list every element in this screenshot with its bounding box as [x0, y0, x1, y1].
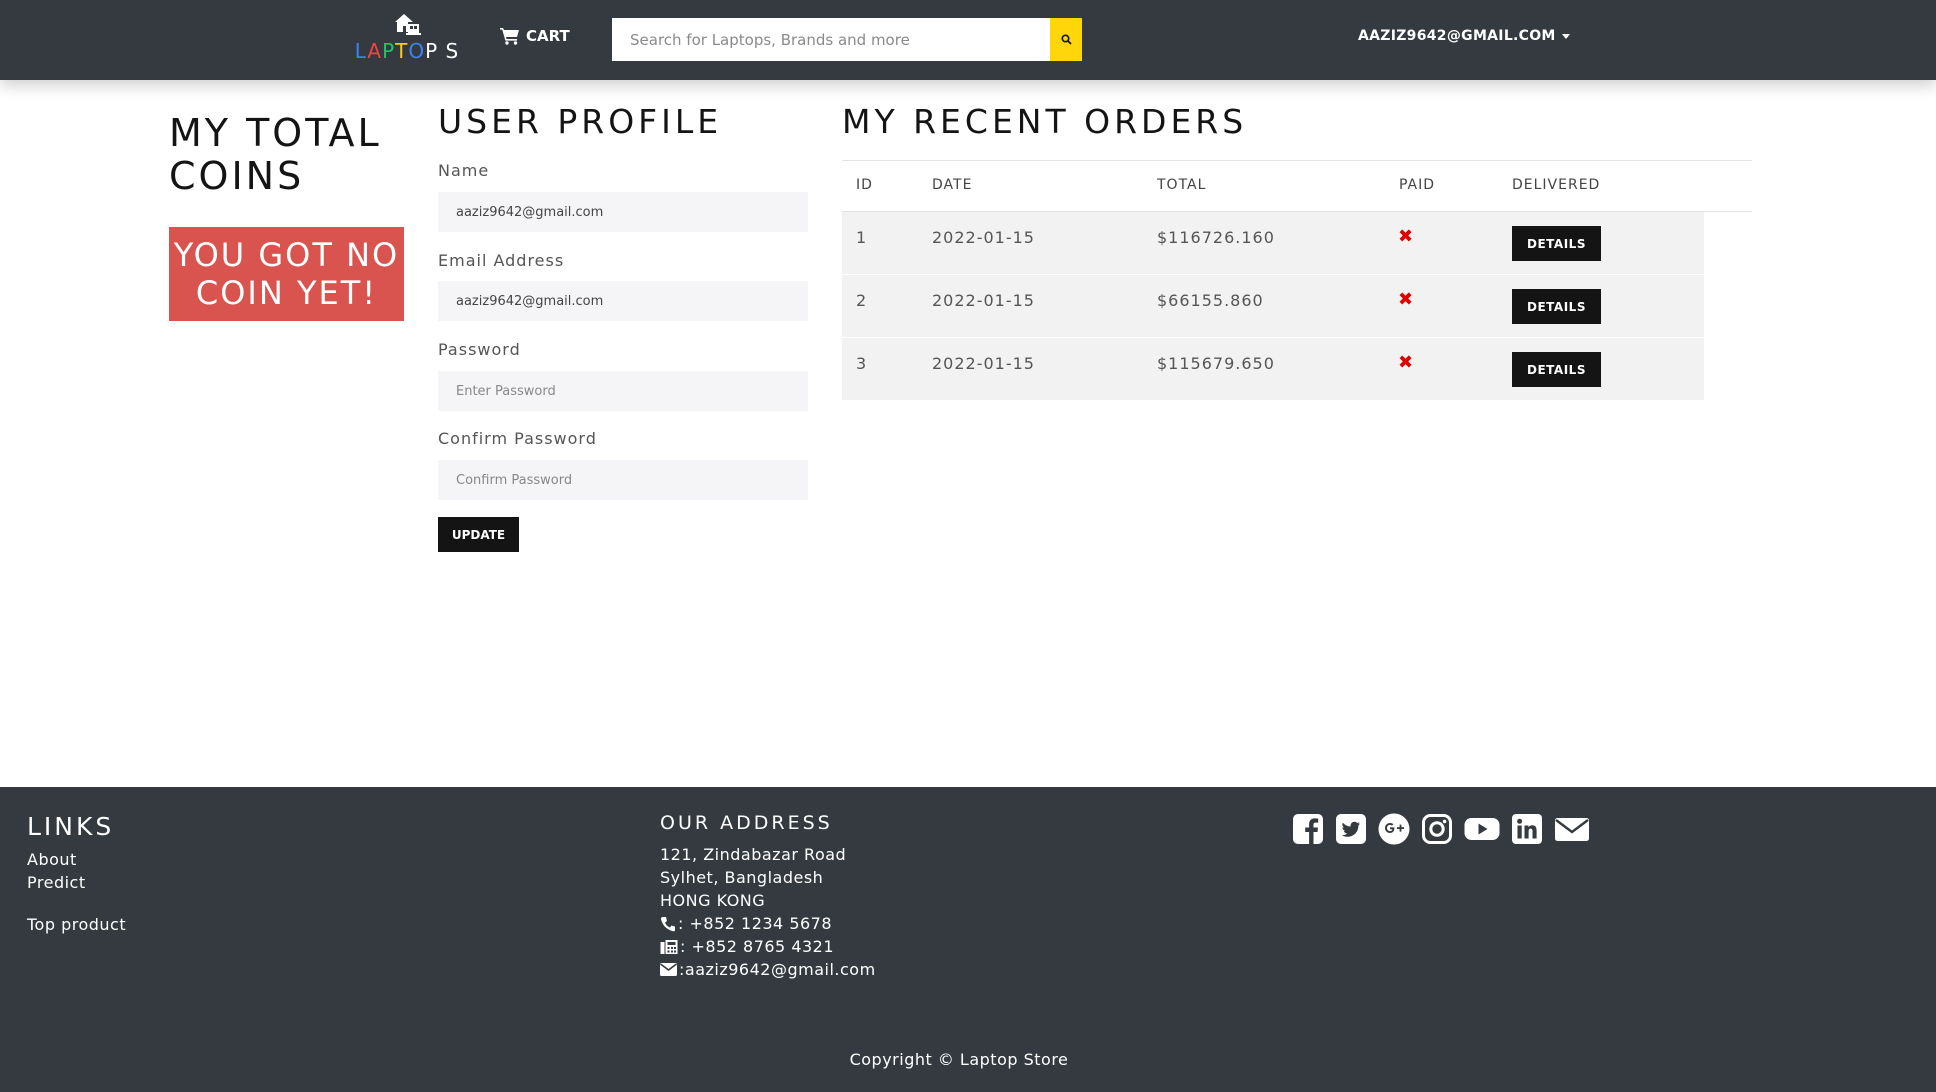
order-date: 2022-01-15 [932, 291, 1035, 310]
cart-label: Cart [526, 27, 570, 45]
home-icon [395, 14, 421, 35]
order-total: $66155.860 [1157, 291, 1264, 310]
order-id: 2 [856, 291, 868, 310]
envelope-icon[interactable] [1554, 813, 1590, 845]
order-date: 2022-01-15 [932, 354, 1035, 373]
facebook-icon[interactable] [1292, 813, 1324, 845]
coins-title: My Total Coins [169, 111, 382, 198]
logo-letter: T [395, 39, 409, 63]
logo-letter: A [367, 39, 383, 63]
search-icon [1060, 34, 1072, 45]
password-label: Password [438, 340, 521, 359]
footer-phone: : +852 1234 5678 [660, 914, 832, 933]
footer-links-title: Links [27, 812, 115, 841]
header-paid: Paid [1399, 177, 1436, 193]
footer-email: :aaziz9642@gmail.com [660, 960, 876, 979]
order-id: 3 [856, 354, 868, 373]
footer-address-title: Our Address [660, 812, 833, 834]
order-date: 2022-01-15 [932, 228, 1035, 247]
email-field[interactable] [438, 281, 808, 321]
brand-name: LAPTOP S [352, 40, 462, 62]
table-row: 3 2022-01-15 $115679.650 ✖ Details [842, 338, 1704, 401]
no-coins-badge: You got no coin yet! [169, 227, 404, 321]
order-total: $116726.160 [1157, 228, 1275, 247]
header-total: Total [1157, 177, 1207, 193]
password-field[interactable] [438, 371, 808, 411]
name-field[interactable] [438, 192, 808, 232]
order-id: 1 [856, 228, 868, 247]
search-input[interactable] [612, 18, 1050, 61]
address-line: HONG KONG [660, 891, 766, 910]
address-line: Sylhet, Bangladesh [660, 868, 824, 887]
google-plus-icon[interactable] [1378, 813, 1410, 845]
confirm-password-label: Confirm Password [438, 429, 597, 448]
orders-table: ID Date Total Paid Delivered 1 2022-01-1… [842, 160, 1752, 401]
copyright-text: Copyright © Laptop Store [849, 1050, 1069, 1069]
shopping-cart-icon [500, 28, 519, 45]
table-row: 1 2022-01-15 $116726.160 ✖ Details [842, 212, 1704, 275]
phone-number: : +852 1234 5678 [678, 914, 833, 933]
phone-icon [660, 916, 675, 931]
top-navbar: LAPTOP S Cart AAZIZ9642@GMAIL.COM [0, 0, 1936, 80]
footer-link-top-product[interactable]: Top product [27, 915, 126, 934]
details-button[interactable]: Details [1512, 352, 1601, 387]
update-button[interactable]: Update [438, 517, 519, 552]
youtube-icon[interactable] [1464, 813, 1500, 845]
address-line: 121, Zindabazar Road [660, 845, 847, 864]
email-address[interactable]: :aaziz9642@gmail.com [679, 960, 876, 979]
instagram-icon[interactable] [1421, 813, 1453, 845]
logo-letter: P [382, 39, 396, 63]
social-links [1292, 813, 1590, 845]
details-button[interactable]: Details [1512, 226, 1601, 261]
envelope-icon [660, 963, 677, 976]
linkedin-icon[interactable] [1511, 813, 1543, 845]
logo-letter: O [408, 39, 426, 63]
logo-letter: P [425, 39, 439, 63]
logo-letter: S [438, 39, 460, 63]
name-label: Name [438, 161, 490, 180]
footer-fax: : +852 8765 4321 [660, 937, 834, 956]
search-button[interactable] [1050, 18, 1082, 61]
twitter-icon[interactable] [1335, 813, 1367, 845]
footer-link-about[interactable]: About [27, 850, 77, 869]
user-dropdown[interactable]: AAZIZ9642@GMAIL.COM [1358, 28, 1570, 44]
header-id: ID [856, 177, 873, 193]
cart-link[interactable]: Cart [500, 27, 570, 45]
footer-link-predict[interactable]: Predict [27, 873, 86, 892]
details-button[interactable]: Details [1512, 289, 1601, 324]
header-date: Date [932, 177, 973, 193]
table-header: ID Date Total Paid Delivered [842, 160, 1752, 212]
order-total: $115679.650 [1157, 354, 1275, 373]
user-email-label: AAZIZ9642@GMAIL.COM [1358, 28, 1556, 44]
fax-number: : +852 8765 4321 [680, 937, 835, 956]
not-paid-icon: ✖ [1398, 289, 1414, 310]
search-form [612, 18, 1082, 61]
footer: Links About Predict Top product Our Addr… [0, 787, 1936, 1092]
email-label: Email Address [438, 251, 565, 270]
orders-title: My Recent Orders [842, 102, 1248, 141]
table-row: 2 2022-01-15 $66155.860 ✖ Details [842, 275, 1704, 338]
caret-down-icon [1561, 33, 1570, 39]
brand-logo-link[interactable]: LAPTOP S [352, 10, 462, 62]
not-paid-icon: ✖ [1398, 352, 1414, 373]
not-paid-icon: ✖ [1398, 226, 1414, 247]
profile-title: User Profile [438, 102, 723, 141]
confirm-password-field[interactable] [438, 460, 808, 500]
fax-icon [660, 939, 678, 954]
header-delivered: Delivered [1512, 177, 1601, 193]
logo-letter: L [354, 39, 368, 63]
